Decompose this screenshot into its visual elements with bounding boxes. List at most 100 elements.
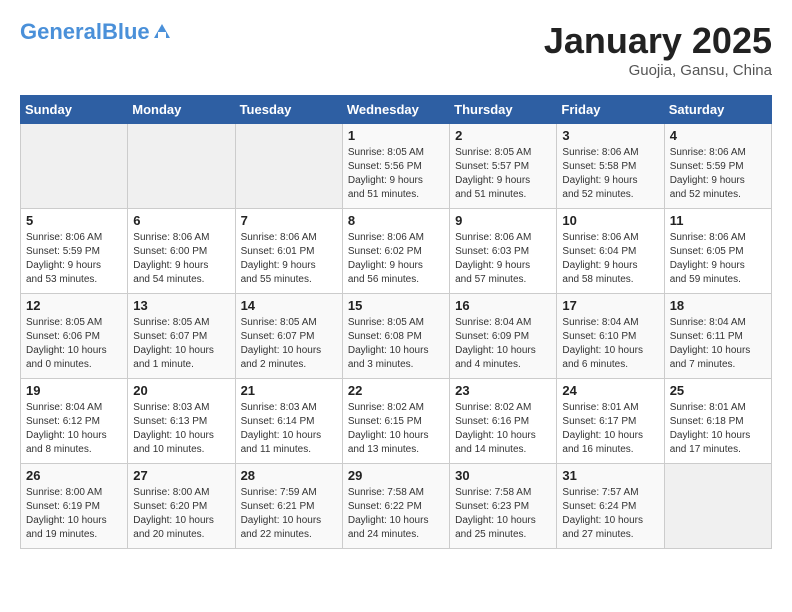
day-info: Sunrise: 7:59 AM Sunset: 6:21 PM Dayligh… xyxy=(241,486,337,542)
day-number: 2 xyxy=(455,128,551,143)
day-number: 7 xyxy=(241,213,337,228)
calendar-cell xyxy=(235,124,342,209)
calendar-cell: 30Sunrise: 7:58 AM Sunset: 6:23 PM Dayli… xyxy=(450,464,557,549)
day-info: Sunrise: 7:58 AM Sunset: 6:22 PM Dayligh… xyxy=(348,486,444,542)
calendar-cell: 14 Sunrise: 8:05 AM Sunset: 6:07 PM Dayli… xyxy=(235,294,342,379)
calendar-cell xyxy=(21,124,128,209)
day-info: Sunrise: 8:06 AM Sunset: 6:01 PM Dayligh… xyxy=(241,231,337,287)
day-info: Sunrise: 8:06 AM Sunset: 6:00 PM Dayligh… xyxy=(133,231,229,287)
day-info: Sunrise: 8:06 AM Sunset: 5:58 PM Dayligh… xyxy=(562,146,658,202)
day-number: 30 xyxy=(455,468,551,483)
day-number: 17 xyxy=(562,298,658,313)
calendar-week-row: 19Sunrise: 8:04 AM Sunset: 6:12 PM Dayli… xyxy=(21,379,772,464)
calendar-cell: 31 Sunrise: 7:57 AM Sunset: 6:24 PM Dayli… xyxy=(557,464,664,549)
day-info: Sunrise: 8:00 AM Sunset: 6:20 PM Dayligh… xyxy=(133,486,229,542)
calendar-cell: 22Sunrise: 8:02 AM Sunset: 6:15 PM Dayli… xyxy=(342,379,449,464)
day-number: 15 xyxy=(348,298,444,313)
day-number: 4 xyxy=(670,128,766,143)
calendar-week-row: 5Sunrise: 8:06 AM Sunset: 5:59 PM Daylig… xyxy=(21,209,772,294)
logo: GeneralBlue xyxy=(20,20,172,44)
day-number: 20 xyxy=(133,383,229,398)
day-info: Sunrise: 8:03 AM Sunset: 6:13 PM Dayligh… xyxy=(133,401,229,457)
calendar-cell: 21 Sunrise: 8:03 AM Sunset: 6:14 PM Dayli… xyxy=(235,379,342,464)
calendar-table: SundayMondayTuesdayWednesdayThursdayFrid… xyxy=(20,95,772,549)
calendar-cell: 1Sunrise: 8:05 AM Sunset: 5:56 PM Daylig… xyxy=(342,124,449,209)
day-number: 13 xyxy=(133,298,229,313)
calendar-cell: 2 Sunrise: 8:05 AM Sunset: 5:57 PM Daylig… xyxy=(450,124,557,209)
calendar-cell: 23 Sunrise: 8:02 AM Sunset: 6:16 PM Dayli… xyxy=(450,379,557,464)
calendar-cell: 12 Sunrise: 8:05 AM Sunset: 6:06 PM Dayli… xyxy=(21,294,128,379)
day-of-week-header: Monday xyxy=(128,96,235,124)
calendar-cell: 28 Sunrise: 7:59 AM Sunset: 6:21 PM Dayli… xyxy=(235,464,342,549)
day-info: Sunrise: 8:05 AM Sunset: 6:07 PM Dayligh… xyxy=(241,316,337,372)
calendar-cell: 16 Sunrise: 8:04 AM Sunset: 6:09 PM Dayli… xyxy=(450,294,557,379)
calendar-cell: 6 Sunrise: 8:06 AM Sunset: 6:00 PM Daylig… xyxy=(128,209,235,294)
calendar-cell: 19Sunrise: 8:04 AM Sunset: 6:12 PM Dayli… xyxy=(21,379,128,464)
day-number: 18 xyxy=(670,298,766,313)
calendar-cell: 13 Sunrise: 8:05 AM Sunset: 6:07 PM Dayli… xyxy=(128,294,235,379)
calendar-header: SundayMondayTuesdayWednesdayThursdayFrid… xyxy=(21,96,772,124)
day-number: 29 xyxy=(348,468,444,483)
day-info: Sunrise: 8:05 AM Sunset: 6:06 PM Dayligh… xyxy=(26,316,122,372)
day-info: Sunrise: 8:06 AM Sunset: 6:03 PM Dayligh… xyxy=(455,231,551,287)
calendar-cell: 29 Sunrise: 7:58 AM Sunset: 6:22 PM Dayli… xyxy=(342,464,449,549)
day-number: 26 xyxy=(26,468,122,483)
day-info: Sunrise: 8:05 AM Sunset: 6:07 PM Dayligh… xyxy=(133,316,229,372)
calendar-cell: 25 Sunrise: 8:01 AM Sunset: 6:18 PM Dayli… xyxy=(664,379,771,464)
day-info: Sunrise: 8:01 AM Sunset: 6:17 PM Dayligh… xyxy=(562,401,658,457)
day-info: Sunrise: 8:06 AM Sunset: 5:59 PM Dayligh… xyxy=(670,146,766,202)
day-info: Sunrise: 8:04 AM Sunset: 6:09 PM Dayligh… xyxy=(455,316,551,372)
day-number: 14 xyxy=(241,298,337,313)
day-number: 28 xyxy=(241,468,337,483)
day-of-week-header: Thursday xyxy=(450,96,557,124)
calendar-cell: 9 Sunrise: 8:06 AM Sunset: 6:03 PM Daylig… xyxy=(450,209,557,294)
day-number: 25 xyxy=(670,383,766,398)
day-number: 21 xyxy=(241,383,337,398)
day-info: Sunrise: 8:04 AM Sunset: 6:10 PM Dayligh… xyxy=(562,316,658,372)
day-info: Sunrise: 8:02 AM Sunset: 6:16 PM Dayligh… xyxy=(455,401,551,457)
day-number: 16 xyxy=(455,298,551,313)
day-number: 3 xyxy=(562,128,658,143)
calendar-cell: 27Sunrise: 8:00 AM Sunset: 6:20 PM Dayli… xyxy=(128,464,235,549)
calendar-cell: 5Sunrise: 8:06 AM Sunset: 5:59 PM Daylig… xyxy=(21,209,128,294)
location: Guojia, Gansu, China xyxy=(544,62,772,79)
day-number: 24 xyxy=(562,383,658,398)
day-info: Sunrise: 8:05 AM Sunset: 5:57 PM Dayligh… xyxy=(455,146,551,202)
day-of-week-header: Tuesday xyxy=(235,96,342,124)
calendar-cell: 3 Sunrise: 8:06 AM Sunset: 5:58 PM Daylig… xyxy=(557,124,664,209)
calendar-cell: 18 Sunrise: 8:04 AM Sunset: 6:11 PM Dayli… xyxy=(664,294,771,379)
month-title: January 2025 xyxy=(544,20,772,62)
day-of-week-header: Sunday xyxy=(21,96,128,124)
day-info: Sunrise: 8:01 AM Sunset: 6:18 PM Dayligh… xyxy=(670,401,766,457)
day-info: Sunrise: 8:06 AM Sunset: 6:05 PM Dayligh… xyxy=(670,231,766,287)
day-number: 9 xyxy=(455,213,551,228)
day-info: Sunrise: 8:04 AM Sunset: 6:11 PM Dayligh… xyxy=(670,316,766,372)
calendar-cell xyxy=(664,464,771,549)
day-info: Sunrise: 8:00 AM Sunset: 6:19 PM Dayligh… xyxy=(26,486,122,542)
page-header: GeneralBlue January 2025 Guojia, Gansu, … xyxy=(20,20,772,79)
day-info: Sunrise: 7:57 AM Sunset: 6:24 PM Dayligh… xyxy=(562,486,658,542)
day-info: Sunrise: 8:02 AM Sunset: 6:15 PM Dayligh… xyxy=(348,401,444,457)
day-number: 5 xyxy=(26,213,122,228)
day-number: 23 xyxy=(455,383,551,398)
calendar-cell: 17 Sunrise: 8:04 AM Sunset: 6:10 PM Dayli… xyxy=(557,294,664,379)
calendar-cell: 26 Sunrise: 8:00 AM Sunset: 6:19 PM Dayli… xyxy=(21,464,128,549)
day-number: 31 xyxy=(562,468,658,483)
calendar-cell xyxy=(128,124,235,209)
day-number: 1 xyxy=(348,128,444,143)
day-info: Sunrise: 8:05 AM Sunset: 6:08 PM Dayligh… xyxy=(348,316,444,372)
day-info: Sunrise: 8:03 AM Sunset: 6:14 PM Dayligh… xyxy=(241,401,337,457)
calendar-cell: 8 Sunrise: 8:06 AM Sunset: 6:02 PM Daylig… xyxy=(342,209,449,294)
calendar-cell: 20 Sunrise: 8:03 AM Sunset: 6:13 PM Dayli… xyxy=(128,379,235,464)
logo-icon xyxy=(152,22,172,42)
calendar-cell: 11Sunrise: 8:06 AM Sunset: 6:05 PM Dayli… xyxy=(664,209,771,294)
day-info: Sunrise: 8:06 AM Sunset: 6:02 PM Dayligh… xyxy=(348,231,444,287)
day-number: 6 xyxy=(133,213,229,228)
day-of-week-header: Wednesday xyxy=(342,96,449,124)
day-info: Sunrise: 8:04 AM Sunset: 6:12 PM Dayligh… xyxy=(26,401,122,457)
calendar-week-row: 1Sunrise: 8:05 AM Sunset: 5:56 PM Daylig… xyxy=(21,124,772,209)
day-number: 12 xyxy=(26,298,122,313)
day-number: 8 xyxy=(348,213,444,228)
calendar-cell: 4 Sunrise: 8:06 AM Sunset: 5:59 PM Daylig… xyxy=(664,124,771,209)
day-of-week-header: Saturday xyxy=(664,96,771,124)
